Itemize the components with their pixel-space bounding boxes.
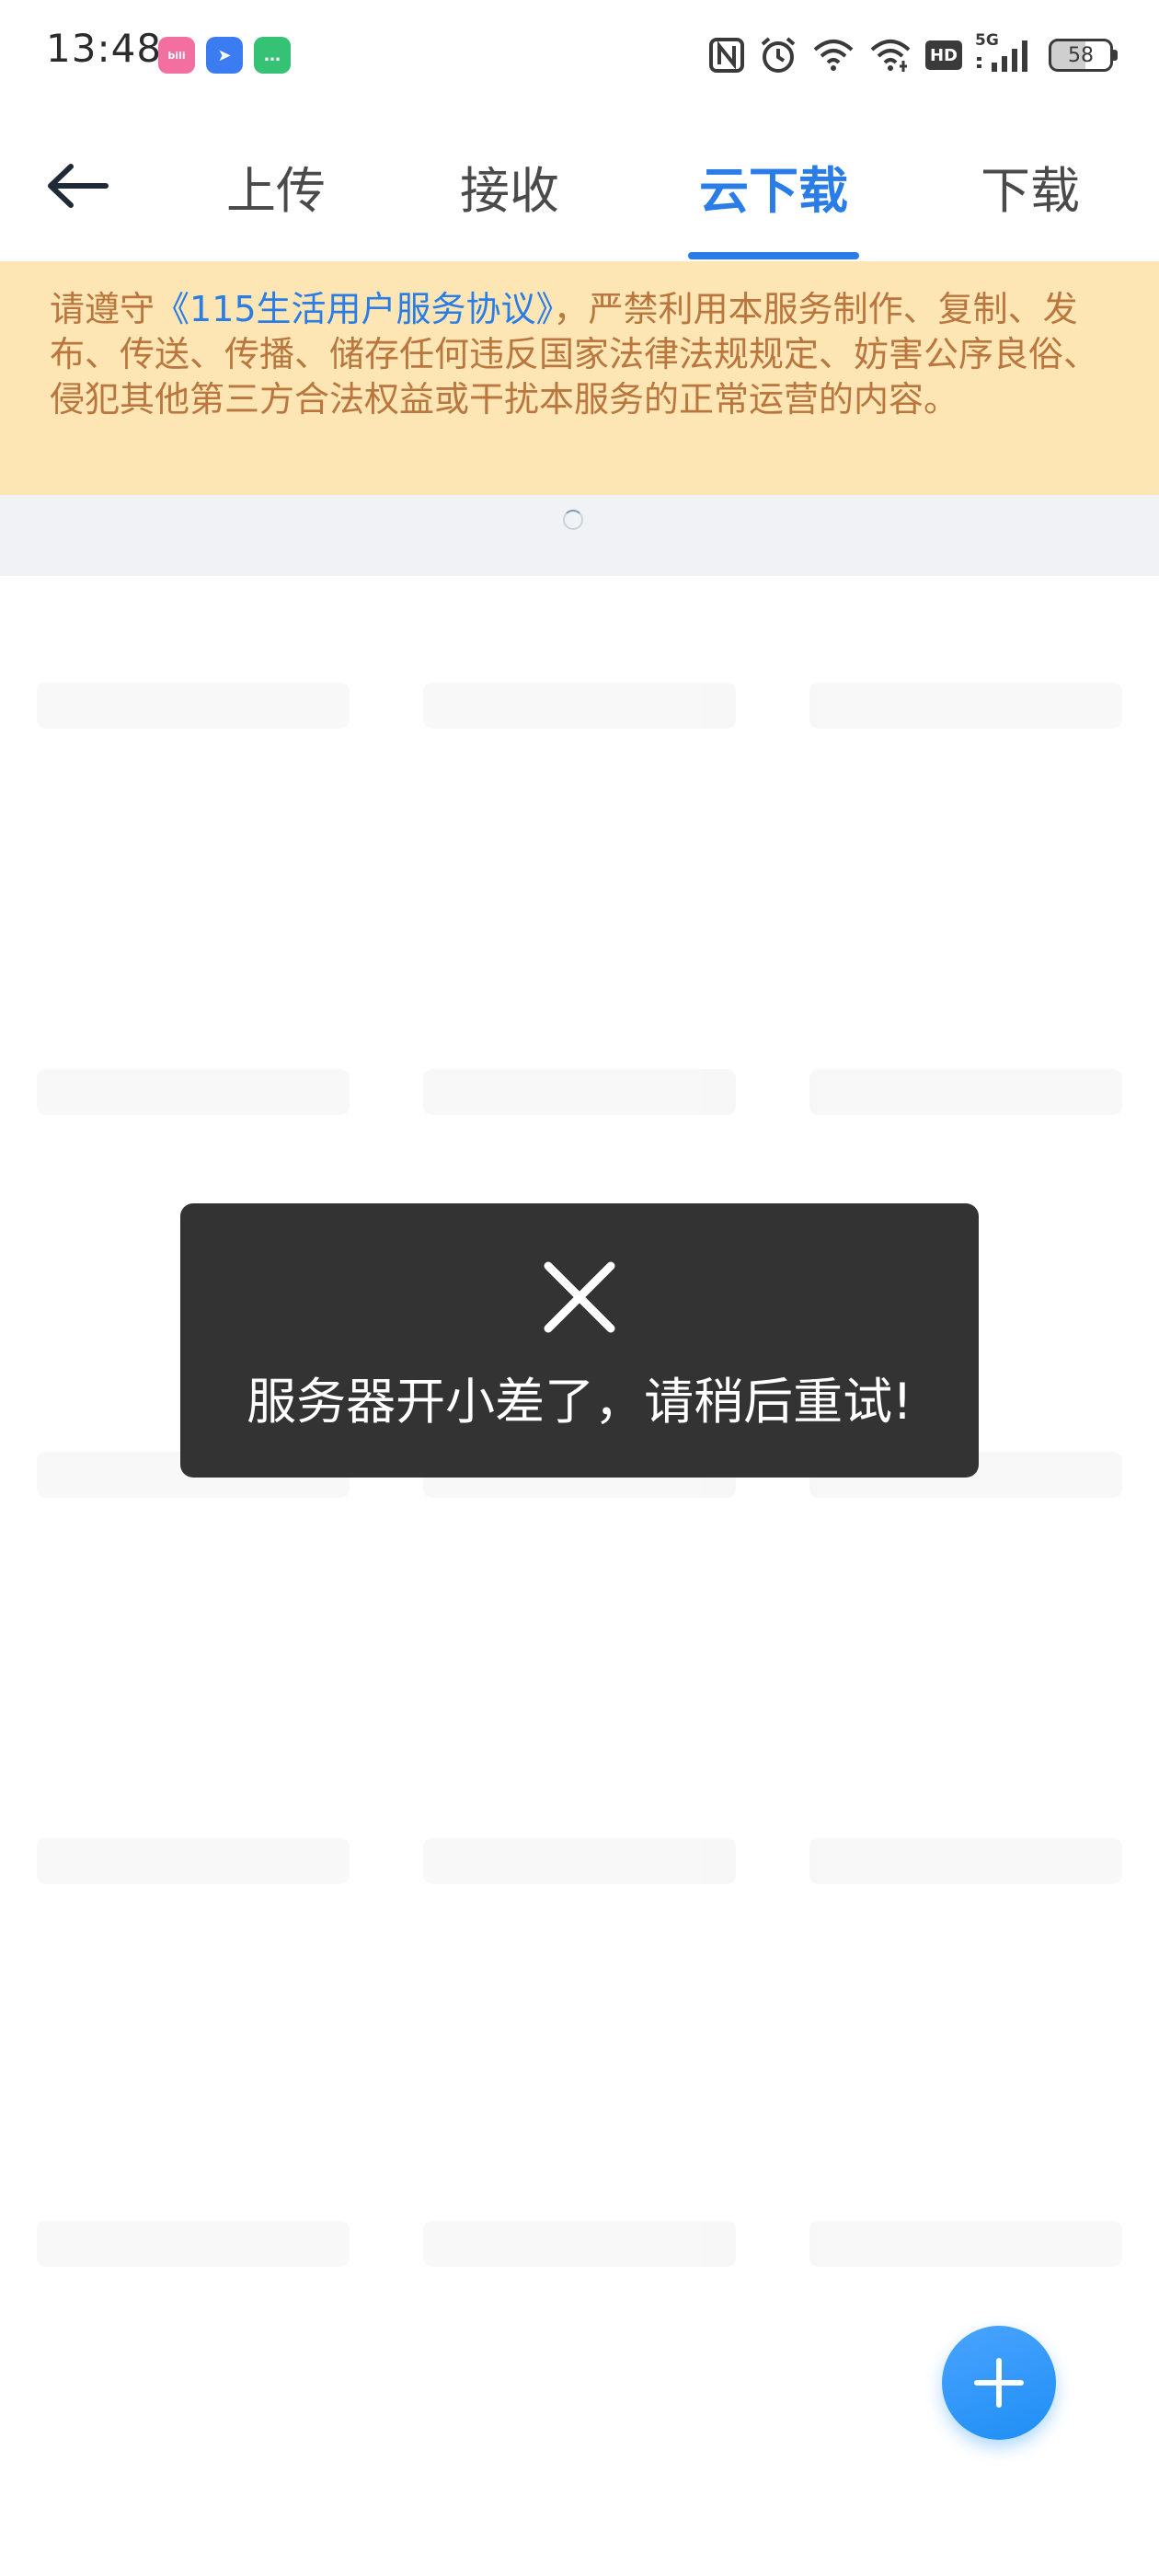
signal-5g-icon: 5G [975, 31, 1036, 75]
tab-header: 上传 接收 云下载 下载 [0, 110, 1159, 261]
loading-spinner-icon [563, 510, 583, 530]
back-arrow-icon [48, 164, 109, 208]
plus-icon [974, 2358, 1024, 2408]
service-agreement-notice: 请遵守《115生活用户服务协议》，严禁利用本服务制作、复制、发布、传送、传播、储… [0, 261, 1159, 495]
error-toast: 服务器开小差了，请稍后重试! [180, 1203, 979, 1478]
tab-upload-label: 上传 [226, 161, 326, 220]
status-bar: 13:48 bili ➤ … HD 5G 58 [0, 0, 1159, 110]
status-icons: HD 5G 58 [708, 29, 1118, 81]
notice-prefix: 请遵守 [50, 289, 155, 329]
service-agreement-link[interactable]: 《115生活用户服务协议》 [155, 289, 554, 329]
placeholder-row [37, 1069, 1122, 1121]
close-icon [544, 1261, 615, 1333]
active-tab-indicator [688, 252, 859, 259]
pull-refresh-area [0, 495, 1159, 576]
toast-message: 服务器开小差了，请稍后重试! [247, 1373, 912, 1431]
message-app-icon-glyph: … [264, 45, 281, 65]
nfc-icon [709, 38, 744, 73]
hd-badge: HD [925, 40, 962, 70]
back-button[interactable] [40, 149, 114, 223]
bilibili-icon: bili [158, 37, 195, 74]
alarm-icon [761, 37, 796, 73]
placeholder-row [37, 2221, 1122, 2272]
tab-cloud-download-label: 云下载 [699, 161, 848, 220]
wifi-secondary-icon [870, 40, 911, 72]
tab-cloud-download[interactable]: 云下载 [683, 147, 865, 224]
message-app-icon: … [254, 37, 291, 74]
placeholder-row [37, 1838, 1122, 1890]
direction-app-icon-glyph: ➤ [217, 45, 232, 65]
wifi-icon [813, 40, 854, 71]
bilibili-icon-glyph: bili [167, 49, 186, 62]
tab-download-label: 下载 [981, 161, 1080, 220]
placeholder-row [37, 683, 1122, 734]
tab-receive[interactable]: 接收 [443, 147, 576, 224]
tab-upload[interactable]: 上传 [210, 147, 342, 224]
add-task-button[interactable] [942, 2326, 1056, 2440]
direction-app-icon: ➤ [206, 37, 243, 74]
tab-receive-label: 接收 [460, 161, 559, 220]
status-time: 13:48 [46, 26, 163, 71]
tab-download[interactable]: 下载 [964, 147, 1096, 224]
battery-level: 58 [1068, 43, 1094, 67]
battery-indicator: 58 [1049, 39, 1118, 72]
